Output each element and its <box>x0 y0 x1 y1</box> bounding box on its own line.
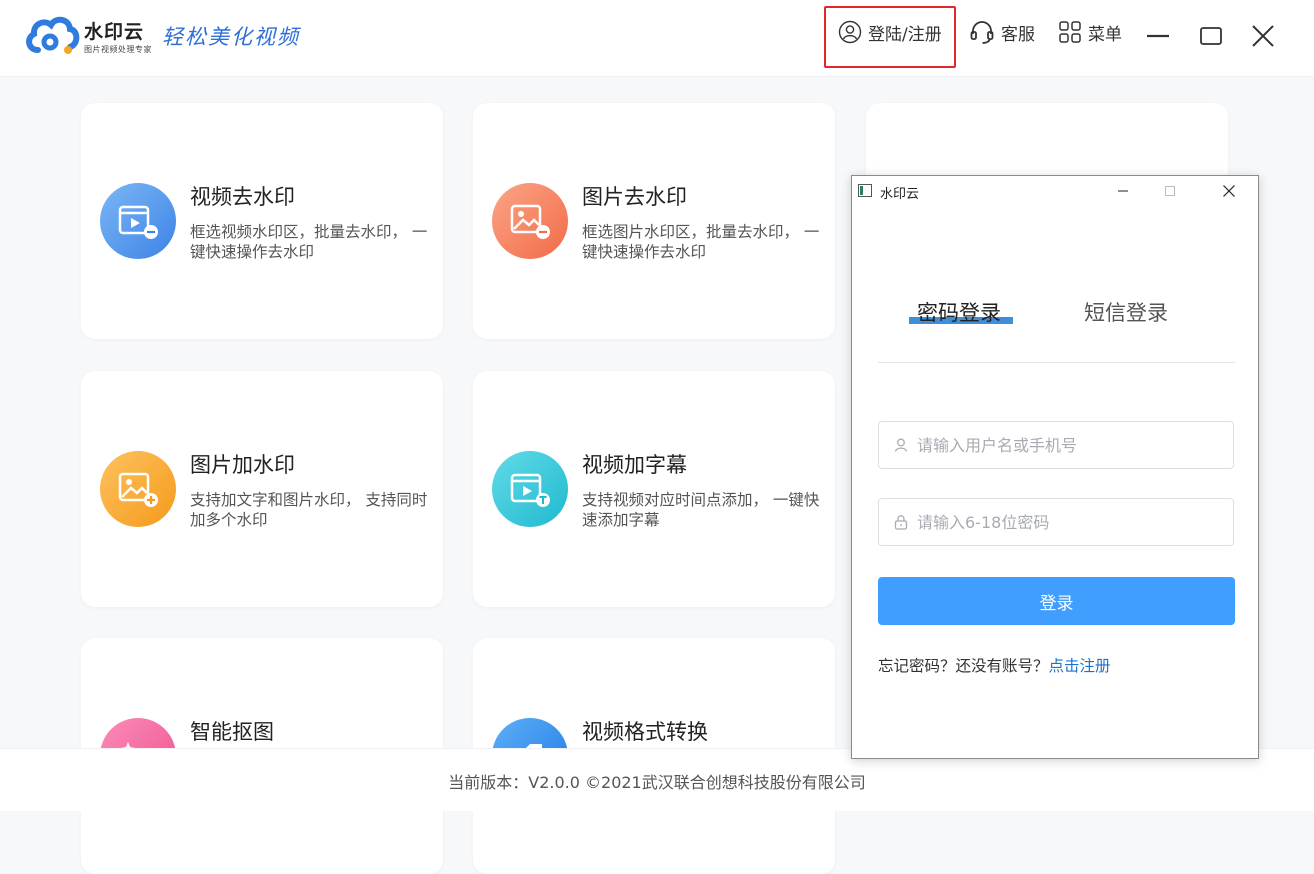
menu-button[interactable]: 菜单 <box>1058 0 1122 64</box>
close-icon <box>1223 185 1235 197</box>
dialog-maximize-button[interactable] <box>1155 178 1185 204</box>
feature-card-video-subtitle[interactable]: 视频加字幕 支持视频对应时间点添加， 一键快速添加字幕 <box>473 371 835 607</box>
card-description: 支持加文字和图片水印， 支持同时加多个水印 <box>190 491 428 529</box>
feature-card-video-remove-watermark[interactable]: 视频去水印 框选视频水印区，批量去水印， 一键快速操作去水印 <box>81 103 443 339</box>
maximize-button[interactable] <box>1193 18 1229 54</box>
dialog-close-button[interactable] <box>1214 178 1244 204</box>
app-window-icon <box>858 184 872 197</box>
tab-sms-login[interactable]: 短信登录 <box>1084 297 1168 327</box>
card-title: 视频去水印 <box>190 185 295 209</box>
card-title: 智能抠图 <box>190 720 274 744</box>
customer-service-label: 客服 <box>1001 24 1035 45</box>
video-subtitle-icon <box>492 451 568 527</box>
card-description: 支持视频对应时间点添加， 一键快速添加字幕 <box>582 491 820 529</box>
user-icon <box>894 438 908 452</box>
headset-icon <box>970 21 994 44</box>
app-title: 水印云 <box>84 21 145 43</box>
dialog-minimize-button[interactable] <box>1108 178 1138 204</box>
minimize-button[interactable] <box>1140 18 1176 54</box>
cloud-logo-icon <box>26 16 80 54</box>
login-highlight-box <box>824 6 956 68</box>
password-field[interactable] <box>878 498 1234 546</box>
feature-card-image-add-watermark[interactable]: 图片加水印 支持加文字和图片水印， 支持同时加多个水印 <box>81 371 443 607</box>
forgot-password-hint: 忘记密码？还没有账号？ <box>878 657 1049 675</box>
minimize-icon <box>1118 190 1128 192</box>
close-icon <box>1252 25 1274 47</box>
tabs-divider <box>878 362 1235 363</box>
tab-password-login[interactable]: 密码登录 <box>917 297 1001 327</box>
password-input[interactable] <box>917 512 1217 532</box>
app-slogan: 轻松美化视频 <box>162 25 300 49</box>
top-bar: 水印云 图片视频处理专家 轻松美化视频 登陆/注册 客服 菜单 <box>0 0 1314 77</box>
maximize-icon <box>1165 186 1175 196</box>
close-button[interactable] <box>1245 18 1281 54</box>
menu-label: 菜单 <box>1088 24 1122 45</box>
account-links: 忘记密码？还没有账号？点击注册 <box>878 654 1111 676</box>
login-button[interactable]: 登录 <box>878 577 1235 625</box>
card-title: 视频格式转换 <box>582 720 708 744</box>
card-title: 图片去水印 <box>582 185 687 209</box>
card-description: 框选图片水印区，批量去水印， 一键快速操作去水印 <box>582 223 820 261</box>
username-input[interactable] <box>917 435 1217 455</box>
login-dialog: 水印云 密码登录 短信登录 登录 忘记密码？还没有账号？点击注册 <box>851 175 1259 759</box>
register-link[interactable]: 点击注册 <box>1049 657 1111 675</box>
image-remove-watermark-icon <box>492 183 568 259</box>
image-add-watermark-icon <box>100 451 176 527</box>
card-description: 框选视频水印区，批量去水印， 一键快速操作去水印 <box>190 223 428 261</box>
username-field[interactable] <box>878 421 1234 469</box>
dialog-title: 水印云 <box>880 187 920 202</box>
card-title: 视频加字幕 <box>582 453 687 477</box>
version-copyright: 当前版本：V2.0.0 ©2021武汉联合创想科技股份有限公司 <box>448 773 866 792</box>
maximize-icon <box>1200 27 1222 45</box>
customer-service-button[interactable]: 客服 <box>969 0 1035 64</box>
app-subtitle: 图片视频处理专家 <box>84 45 152 54</box>
grid-menu-icon <box>1059 21 1081 43</box>
lock-icon <box>894 515 908 530</box>
minimize-icon <box>1147 34 1169 38</box>
feature-card-image-remove-watermark[interactable]: 图片去水印 框选图片水印区，批量去水印， 一键快速操作去水印 <box>473 103 835 339</box>
card-title: 图片加水印 <box>190 453 295 477</box>
video-remove-watermark-icon <box>100 183 176 259</box>
